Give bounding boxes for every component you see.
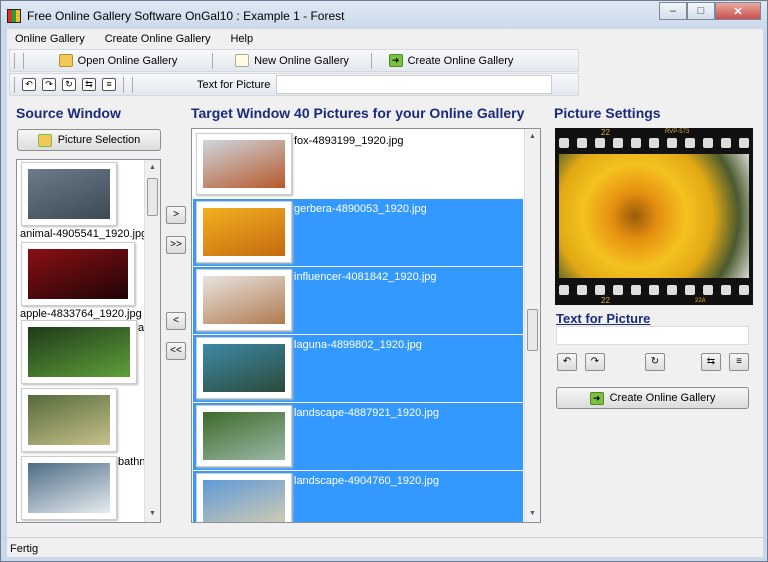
folder-picture-icon <box>37 133 52 147</box>
picture <box>203 480 285 522</box>
mirror-button[interactable]: ≡ <box>729 353 749 371</box>
target-thumbnail[interactable] <box>196 269 292 331</box>
arrow-right-icon: ➜ <box>589 391 604 405</box>
picture <box>203 344 285 392</box>
rotate-left-button[interactable]: ↶ <box>557 353 577 371</box>
app-window: Free Online Gallery Software OnGal10 : E… <box>0 0 768 562</box>
picture <box>203 208 285 256</box>
arrow-right-icon: ➜ <box>388 54 403 67</box>
create-gallery-button[interactable]: ➜ Create Online Gallery <box>556 387 749 409</box>
target-list-item[interactable]: fox-4893199_1920.jpg <box>193 131 523 198</box>
rotate-right-icon[interactable]: ↷ <box>42 78 56 91</box>
picture <box>203 412 285 460</box>
target-list[interactable]: landscape-4904760_1920.jpg landscape-4887… <box>191 128 541 523</box>
settings-heading: Picture Settings <box>554 105 661 121</box>
menu-create-online-gallery[interactable]: Create Online Gallery <box>93 33 219 45</box>
picture <box>203 276 285 324</box>
mirror-icon[interactable]: ≡ <box>102 78 116 91</box>
picture <box>28 327 130 377</box>
target-list-item[interactable]: gerbera-4890053_1920.jpg <box>193 199 523 266</box>
add-all-button[interactable]: >> <box>166 236 186 254</box>
rotate-180-icon[interactable]: ↻ <box>62 78 76 91</box>
target-thumbnail[interactable] <box>196 473 292 522</box>
picture <box>203 140 285 188</box>
target-thumbnail[interactable] <box>196 405 292 467</box>
target-caption: gerbera-4890053_1920.jpg <box>294 203 427 215</box>
picture-preview: 22 RVP-573 22 22A <box>555 128 753 305</box>
picture-toolbar: ↶ ↷ ↻ ⇆ ≡ Text for Picture <box>9 73 579 96</box>
maximize-button[interactable]: □ <box>687 2 715 20</box>
picture <box>28 249 128 299</box>
new-gallery-button[interactable]: New Online Gallery <box>217 54 367 67</box>
menu-help[interactable]: Help <box>218 33 261 45</box>
title-bar: Free Online Gallery Software OnGal10 : E… <box>7 7 344 25</box>
text-for-picture-label: Text for Picture <box>197 78 271 91</box>
rotate-right-button[interactable]: ↷ <box>585 353 605 371</box>
target-list-item[interactable]: influencer-4081842_1920.jpg <box>193 267 523 334</box>
source-list[interactable]: animal-4905541_1920.jpg apple-4833764_19… <box>16 159 161 523</box>
text-for-picture-heading: Text for Picture <box>556 311 651 326</box>
source-thumbnail[interactable] <box>21 456 117 520</box>
source-thumbnail[interactable] <box>21 242 135 306</box>
picture <box>28 395 110 445</box>
scroll-up-icon[interactable]: ▲ <box>145 160 160 176</box>
film-mark: 22 <box>601 296 610 305</box>
picture-text-input[interactable] <box>556 326 749 345</box>
scroll-thumb[interactable] <box>527 309 538 351</box>
scroll-thumb[interactable] <box>147 178 158 216</box>
source-caption: animal-4905541_1920.jpg <box>20 228 148 240</box>
source-caption: bathn <box>118 456 146 468</box>
target-caption: laguna-4899802_1920.jpg <box>294 339 422 351</box>
scroll-up-icon[interactable]: ▲ <box>525 129 540 145</box>
preview-image <box>559 154 749 278</box>
target-caption: landscape-4904760_1920.jpg <box>294 475 439 487</box>
target-heading: Target Window 40 Pictures for your Onlin… <box>191 105 525 121</box>
target-caption: influencer-4081842_1920.jpg <box>294 271 437 283</box>
main-toolbar: Open Online Gallery New Online Gallery ➜… <box>9 49 579 72</box>
source-thumbnail[interactable] <box>21 320 137 384</box>
app-icon <box>7 9 21 23</box>
toolbar-text-input[interactable] <box>276 75 553 94</box>
status-bar: Fertig <box>7 537 763 557</box>
rotate-180-button[interactable]: ↻ <box>645 353 665 371</box>
target-scrollbar[interactable]: ▲ ▼ <box>524 129 540 522</box>
target-thumbnail[interactable] <box>196 201 292 263</box>
target-thumbnail[interactable] <box>196 337 292 399</box>
target-list-item[interactable]: laguna-4899802_1920.jpg <box>193 335 523 402</box>
flip-icon[interactable]: ⇆ <box>82 78 96 91</box>
target-list-item[interactable]: landscape-4887921_1920.jpg <box>193 403 523 470</box>
source-thumbnail[interactable] <box>21 388 117 452</box>
add-button[interactable]: > <box>166 206 186 224</box>
picture <box>28 169 110 219</box>
minimize-button[interactable]: ‒ <box>659 2 687 20</box>
new-document-icon <box>235 54 250 67</box>
flip-button[interactable]: ⇆ <box>701 353 721 371</box>
menu-bar: Online Gallery Create Online Gallery Hel… <box>7 29 261 49</box>
remove-all-button[interactable]: << <box>166 342 186 360</box>
picture <box>28 463 110 513</box>
target-caption: landscape-4887921_1920.jpg <box>294 407 439 419</box>
folder-icon <box>58 54 73 67</box>
source-thumbnail[interactable] <box>21 162 117 226</box>
film-mark: RVP-573 <box>665 129 690 135</box>
source-scrollbar[interactable]: ▲ ▼ <box>144 160 160 522</box>
rotate-left-icon[interactable]: ↶ <box>22 78 36 91</box>
film-mark: 22A <box>695 298 706 304</box>
source-caption: apple-4833764_1920.jpg <box>20 308 142 320</box>
target-thumbnail[interactable] <box>196 133 292 195</box>
open-gallery-button[interactable]: Open Online Gallery <box>28 54 208 67</box>
scroll-down-icon[interactable]: ▼ <box>525 506 540 522</box>
target-list-item[interactable]: landscape-4904760_1920.jpg <box>193 471 523 522</box>
create-gallery-toolbar-button[interactable]: ➜ Create Online Gallery <box>376 54 526 67</box>
close-button[interactable]: ✕ <box>715 2 761 20</box>
source-heading: Source Window <box>16 105 121 121</box>
menu-online-gallery[interactable]: Online Gallery <box>7 33 93 45</box>
target-caption: fox-4893199_1920.jpg <box>294 135 404 147</box>
scroll-down-icon[interactable]: ▼ <box>145 506 160 522</box>
picture-selection-button[interactable]: Picture Selection <box>17 129 161 151</box>
remove-button[interactable]: < <box>166 312 186 330</box>
window-title: Free Online Gallery Software OnGal10 : E… <box>27 9 345 23</box>
film-mark: 22 <box>601 128 610 137</box>
